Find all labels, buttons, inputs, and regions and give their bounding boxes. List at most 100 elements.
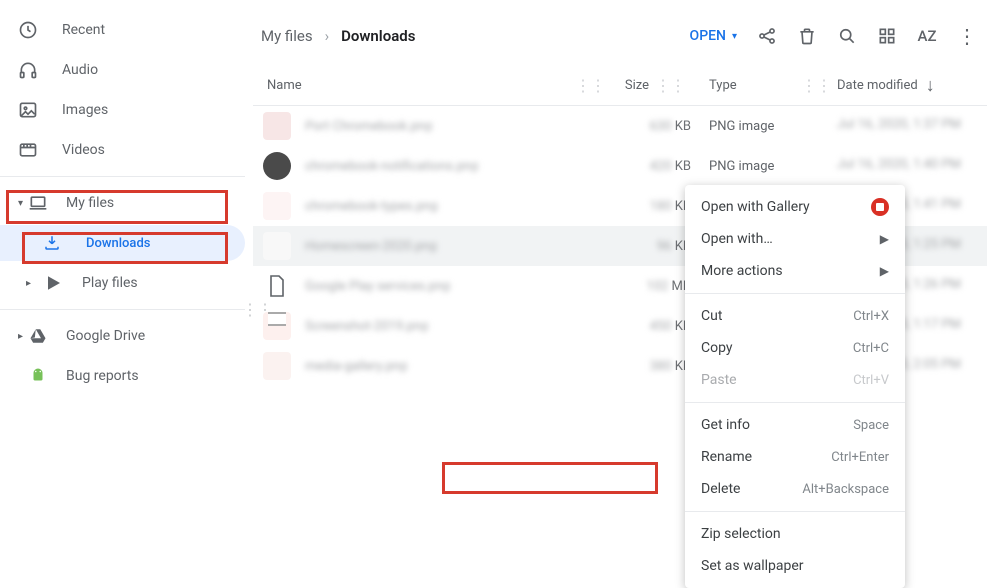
- breadcrumb-item[interactable]: My files: [261, 27, 313, 45]
- open-label: OPEN: [690, 28, 726, 44]
- ctx-cut[interactable]: CutCtrl+X: [685, 300, 905, 332]
- ctx-open-gallery[interactable]: Open with Gallery: [685, 191, 905, 223]
- file-size: 630: [650, 119, 672, 133]
- ctx-getinfo[interactable]: Get info Space: [685, 409, 905, 441]
- file-date: Jul 16, 2020, 1:40 PM: [837, 157, 961, 171]
- sidebar-item-myfiles[interactable]: ▾ My files: [0, 183, 245, 223]
- sort-az-icon: AZ: [918, 27, 937, 45]
- ctx-zip[interactable]: Zip selection: [685, 518, 905, 550]
- header-type[interactable]: Type: [709, 78, 737, 93]
- chevron-right-icon: ▸: [26, 278, 34, 289]
- ctx-label: Get info: [701, 417, 750, 433]
- sidebar-item-playfiles[interactable]: ▸ Play files: [0, 263, 245, 303]
- shortcut: Ctrl+X: [853, 309, 889, 324]
- shortcut: Space: [853, 418, 889, 433]
- gdrive-icon: [28, 326, 48, 346]
- sidebar-item-images[interactable]: Images: [0, 90, 245, 130]
- ctx-open-with[interactable]: Open with… ▶: [685, 223, 905, 255]
- more-button[interactable]: ⋮: [947, 16, 987, 56]
- open-button[interactable]: OPEN ▾: [680, 18, 747, 54]
- file-thumb-icon: [263, 312, 291, 340]
- header-name[interactable]: Name: [267, 78, 302, 93]
- grid-icon: [877, 26, 897, 46]
- ctx-delete[interactable]: DeleteAlt+Backspace: [685, 473, 905, 505]
- video-icon: [18, 140, 38, 160]
- ctx-label: Copy: [701, 340, 733, 356]
- sidebar-item-label: My files: [66, 195, 114, 211]
- sort-button[interactable]: AZ: [907, 16, 947, 56]
- shortcut: Ctrl+C: [853, 341, 889, 356]
- play-icon: [44, 273, 64, 293]
- size-unit: KB: [675, 119, 691, 134]
- share-icon: [757, 26, 777, 46]
- file-size: 96: [657, 239, 672, 253]
- ctx-label: Zip selection: [701, 526, 781, 542]
- recent-icon: [18, 20, 38, 40]
- file-name: Port Chromebook.png: [305, 119, 432, 133]
- file-type: PNG image: [709, 119, 774, 134]
- sidebar-item-gdrive[interactable]: ▸ Google Drive: [0, 316, 245, 356]
- ctx-rename[interactable]: RenameCtrl+Enter: [685, 441, 905, 473]
- file-thumb-icon: [263, 192, 291, 220]
- sidebar-item-audio[interactable]: Audio: [0, 50, 245, 90]
- sidebar-item-bugreports[interactable]: Bug reports: [0, 356, 245, 396]
- sidebar-item-downloads[interactable]: Downloads: [0, 225, 245, 261]
- sidebar-item-videos[interactable]: Videos: [0, 130, 245, 170]
- ctx-label: Open with Gallery: [701, 199, 810, 215]
- breadcrumb: My files › Downloads: [253, 27, 680, 45]
- separator: [685, 293, 905, 294]
- context-menu: Open with Gallery Open with… ▶ More acti…: [685, 185, 905, 588]
- ctx-wallpaper[interactable]: Set as wallpaper: [685, 550, 905, 582]
- sidebar-item-label: Google Drive: [66, 328, 145, 344]
- file-thumb-icon: [263, 232, 291, 260]
- file-size: 450: [650, 319, 672, 333]
- ctx-paste: Paste Ctrl+V: [685, 364, 905, 396]
- sidebar-item-label: Downloads: [86, 236, 150, 251]
- ctx-copy[interactable]: Copy Ctrl+C: [685, 332, 905, 364]
- sidebar-item-label: Audio: [62, 62, 98, 78]
- separator: [685, 511, 905, 512]
- chevron-right-icon: ▶: [880, 264, 889, 278]
- more-vertical-icon: ⋮: [957, 24, 977, 48]
- header-size[interactable]: Size: [625, 78, 649, 93]
- sidebar-item-label: Bug reports: [66, 368, 139, 384]
- sidebar-item-label: Videos: [62, 142, 105, 158]
- arrow-down-icon: ↓: [926, 75, 935, 96]
- chevron-down-icon: ▾: [732, 31, 737, 42]
- chevron-right-icon: ▸: [18, 331, 26, 342]
- file-name: chromebook-notifications.png: [305, 159, 478, 173]
- file-thumb-icon: [263, 152, 291, 180]
- sidebar-item-recent[interactable]: Recent: [0, 10, 245, 50]
- table-row[interactable]: chromebook-notifications.png 420 KB PNG …: [253, 146, 987, 186]
- trash-icon: [797, 26, 817, 46]
- sidebar-item-label: Recent: [62, 22, 105, 38]
- file-size: 420: [650, 159, 672, 173]
- separator: [0, 309, 245, 310]
- file-name: Homescreen-2020.png: [305, 239, 437, 253]
- shortcut: Ctrl+V: [853, 373, 889, 388]
- sidebar-item-label: Images: [62, 102, 108, 118]
- drag-handle-icon[interactable]: ⋮⋮: [569, 76, 611, 95]
- image-icon: [18, 100, 38, 120]
- chevron-down-icon: ▾: [18, 198, 26, 209]
- size-unit: KB: [675, 159, 691, 174]
- ctx-label: Rename: [701, 449, 752, 465]
- file-thumb-icon: [263, 272, 291, 300]
- header-date[interactable]: Date modified: [837, 78, 918, 93]
- share-button[interactable]: [747, 16, 787, 56]
- delete-button[interactable]: [787, 16, 827, 56]
- ctx-label: Paste: [701, 372, 737, 388]
- file-thumb-icon: [263, 352, 291, 380]
- search-button[interactable]: [827, 16, 867, 56]
- breadcrumb-current: Downloads: [341, 27, 415, 45]
- view-button[interactable]: [867, 16, 907, 56]
- table-row[interactable]: Port Chromebook.png 630 KB PNG image Jul…: [253, 106, 987, 146]
- drag-handle-icon[interactable]: ⋮⋮: [649, 76, 691, 95]
- table-header: Name⋮⋮ Size⋮⋮ Type⋮⋮ Date modified↓: [253, 66, 987, 106]
- file-name: chromebook-types.png: [305, 199, 438, 213]
- ctx-label: More actions: [701, 263, 783, 279]
- sidebar-item-label: Play files: [82, 275, 138, 291]
- drag-handle-icon[interactable]: ⋮⋮: [795, 76, 837, 95]
- ctx-more-actions[interactable]: More actions ▶: [685, 255, 905, 287]
- download-icon: [42, 233, 62, 253]
